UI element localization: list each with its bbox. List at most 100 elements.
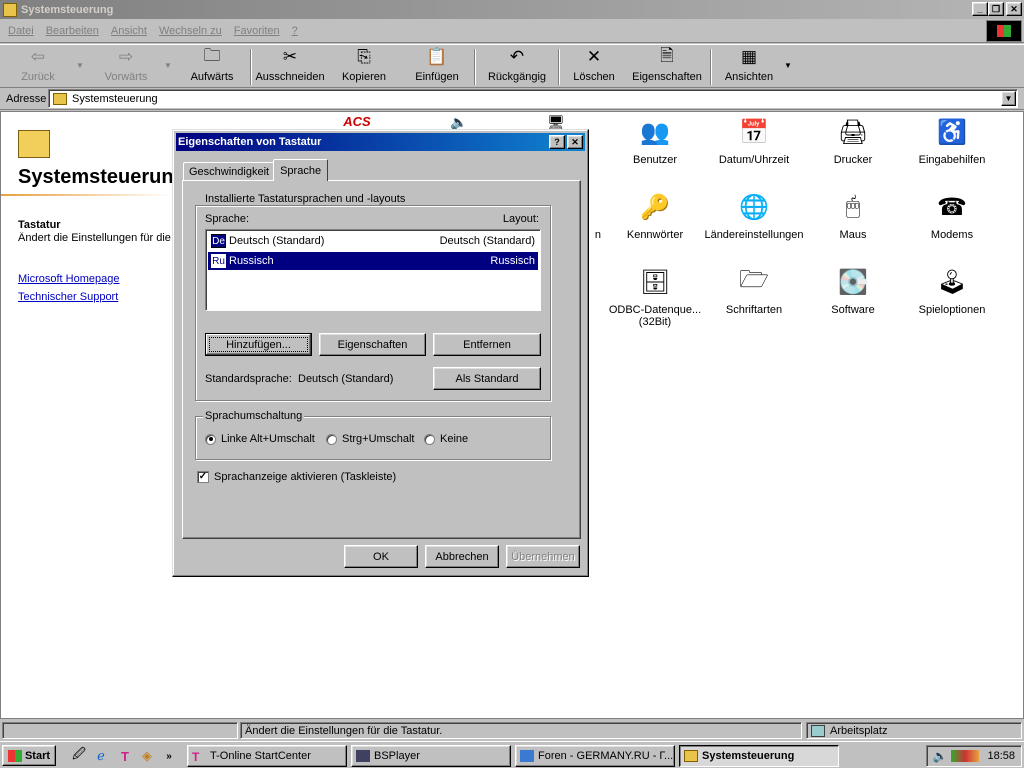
cp-item-software[interactable]: 💽 Software <box>803 266 903 317</box>
back-dropdown-icon[interactable]: ▼ <box>76 61 88 70</box>
quicklaunch-app-icon[interactable]: ◈ <box>138 747 156 765</box>
quicklaunch-tonline-icon[interactable]: T <box>116 747 134 765</box>
database-icon: 🗄 <box>639 268 671 296</box>
dialog-tabs: Geschwindigkeit Sprache <box>183 159 329 181</box>
menu-ansicht[interactable]: Ansicht <box>105 25 153 37</box>
cp-item-drucker[interactable]: 🖨 Drucker <box>803 116 903 167</box>
installed-languages-label: Installierte Tastatursprachen und -layou… <box>203 193 408 205</box>
accessibility-icon: ♿ <box>937 118 967 146</box>
default-language-value: Deutsch (Standard) <box>298 373 394 385</box>
menu-favoriten[interactable]: Favoriten <box>228 25 286 37</box>
control-panel-icon <box>3 2 17 17</box>
language-indicator-checkbox[interactable]: ✓ Sprachanzeige aktivieren (Taskleiste) <box>197 471 396 483</box>
forward-dropdown-icon[interactable]: ▼ <box>164 61 176 70</box>
radio-none[interactable]: Keine <box>424 433 468 445</box>
delete-button[interactable]: ✕ Löschen <box>562 45 626 87</box>
tab-sprache[interactable]: Sprache <box>273 159 329 181</box>
window-title: Systemsteuerung <box>21 3 114 16</box>
list-item[interactable]: Ru Russisch Russisch <box>208 252 538 270</box>
cancel-button[interactable]: Abbrechen <box>425 545 499 568</box>
folder-icon <box>53 92 67 105</box>
up-button[interactable]: 🗀 Aufwärts <box>176 45 248 87</box>
task-browser[interactable]: Foren - GERMANY.RU - Г... <box>515 745 675 767</box>
add-button[interactable]: Hinzufügen... <box>205 333 312 356</box>
cp-item-maus[interactable]: 🖱 Maus <box>803 191 903 241</box>
task-systemsteuerung[interactable]: Systemsteuerung <box>679 745 839 767</box>
quicklaunch-ie-icon[interactable]: ℯ <box>92 747 110 765</box>
task-tonline[interactable]: T T-Online StartCenter <box>187 745 347 767</box>
cp-item-spieloptionen[interactable]: 🕹 Spieloptionen <box>902 266 1002 317</box>
cp-item-eingabehilfen[interactable]: ♿ Eingabehilfen <box>902 116 1002 167</box>
restore-button[interactable]: ❐ <box>988 2 1004 16</box>
language-code-badge: De <box>211 234 226 248</box>
undo-button[interactable]: ↶ Rückgängig <box>478 45 556 87</box>
task-bsplayer[interactable]: BSPlayer <box>351 745 511 767</box>
menu-bearbeiten[interactable]: Bearbeiten <box>40 25 105 37</box>
copy-button[interactable]: ⎘ Kopieren <box>326 45 402 87</box>
radio-dot <box>326 433 337 445</box>
language-list[interactable]: De Deutsch (Standard) Deutsch (Standard)… <box>205 229 541 311</box>
cp-item-odbc[interactable]: 🗄 ODBC-Datenque... (32Bit) <box>605 266 705 329</box>
back-button[interactable]: ⇦ Zurück <box>0 45 76 87</box>
menu-wechseln-zu[interactable]: Wechseln zu <box>153 25 228 37</box>
cp-item-modems[interactable]: ☎ Modems <box>902 191 1002 242</box>
list-item[interactable]: De Deutsch (Standard) Deutsch (Standard) <box>208 232 538 250</box>
selected-item-description: Ändert die Einstellungen für die Tastatu… <box>18 232 173 244</box>
radio-ctrl-shift[interactable]: Strg+Umschalt <box>326 433 414 445</box>
window-titlebar[interactable]: Systemsteuerung _ ❐ ✕ <box>0 0 1024 19</box>
scissors-icon: ✂ <box>282 47 298 66</box>
fonts-folder-icon: 🗁 <box>739 265 769 293</box>
cp-item-schriftarten[interactable]: 🗁 Schriftarten <box>704 265 804 317</box>
set-default-button[interactable]: Als Standard <box>433 367 541 390</box>
address-label: Adresse <box>6 92 47 105</box>
dialog-title: Eigenschaften von Tastatur <box>178 136 322 148</box>
windows-flag-icon <box>997 25 1011 37</box>
cp-item-datum-uhrzeit[interactable]: 📅 Datum/Uhrzeit <box>704 116 804 167</box>
paste-button[interactable]: 📋 Einfügen <box>402 45 472 87</box>
printer-folder-icon: 🖨 <box>837 118 869 146</box>
properties-button[interactable]: Eigenschaften <box>319 333 426 356</box>
quicklaunch-desktop-icon[interactable]: 🖉 <box>70 746 88 765</box>
toolbar-separator <box>710 49 712 85</box>
menu-datei[interactable]: Datei <box>2 25 40 37</box>
status-bar: Ändert die Einstellungen für die Tastatu… <box>0 720 1024 740</box>
tray-apps-icon[interactable] <box>951 750 980 762</box>
clipboard-icon: 📋 <box>426 47 448 66</box>
selected-item-name: Tastatur <box>18 219 61 231</box>
taskbar: Start 🖉 ℯ T ◈ » T T-Online StartCenter B… <box>0 741 1024 768</box>
quicklaunch-more-icon[interactable]: » <box>160 747 178 765</box>
control-panel-icon <box>684 750 698 762</box>
cp-item-kennwoerter[interactable]: 🔑 Kennwörter <box>605 191 705 242</box>
ok-button[interactable]: OK <box>344 545 418 568</box>
properties-button[interactable]: 🗎 Eigenschaften <box>626 45 708 87</box>
windows-flag-icon <box>7 749 22 762</box>
minimize-button[interactable]: _ <box>972 2 988 16</box>
menu-help[interactable]: ? <box>286 25 304 37</box>
calendar-clock-icon: 📅 <box>739 118 769 146</box>
delete-x-icon: ✕ <box>586 47 602 66</box>
cp-item-benutzer[interactable]: 👥 Benutzer <box>605 116 705 167</box>
views-dropdown-icon[interactable]: ▼ <box>784 61 796 70</box>
browser-icon <box>520 750 534 762</box>
close-button[interactable]: ✕ <box>1006 2 1022 16</box>
address-field[interactable]: Systemsteuerung ▼ <box>48 89 1018 108</box>
remove-button[interactable]: Entfernen <box>433 333 541 356</box>
apply-button[interactable]: Übernehmen <box>506 545 580 568</box>
cut-button[interactable]: ✂ Ausschneiden <box>254 45 326 87</box>
clock[interactable]: 18:58 <box>987 750 1015 762</box>
language-switch-label: Sprachumschaltung <box>203 410 305 422</box>
microsoft-homepage-link[interactable]: Microsoft Homepage <box>18 273 120 285</box>
volume-icon[interactable]: 🔈 <box>933 749 948 763</box>
tab-geschwindigkeit[interactable]: Geschwindigkeit <box>183 162 276 181</box>
address-dropdown-button[interactable]: ▼ <box>1001 91 1016 106</box>
start-button[interactable]: Start <box>2 745 56 766</box>
dialog-titlebar[interactable]: Eigenschaften von Tastatur ? ✕ <box>176 133 585 151</box>
dialog-close-button[interactable]: ✕ <box>567 135 583 149</box>
radio-left-alt-shift[interactable]: Linke Alt+Umschalt <box>205 433 315 445</box>
technical-support-link[interactable]: Technischer Support <box>18 291 118 303</box>
cp-item-laendereinstellungen[interactable]: 🌐 Ländereinstellungen <box>704 191 804 242</box>
dialog-help-button[interactable]: ? <box>549 135 565 149</box>
forward-button[interactable]: ⇨ Vorwärts <box>88 45 164 87</box>
views-button[interactable]: ▦ Ansichten <box>714 45 784 87</box>
joystick-icon: 🕹 <box>936 268 968 296</box>
